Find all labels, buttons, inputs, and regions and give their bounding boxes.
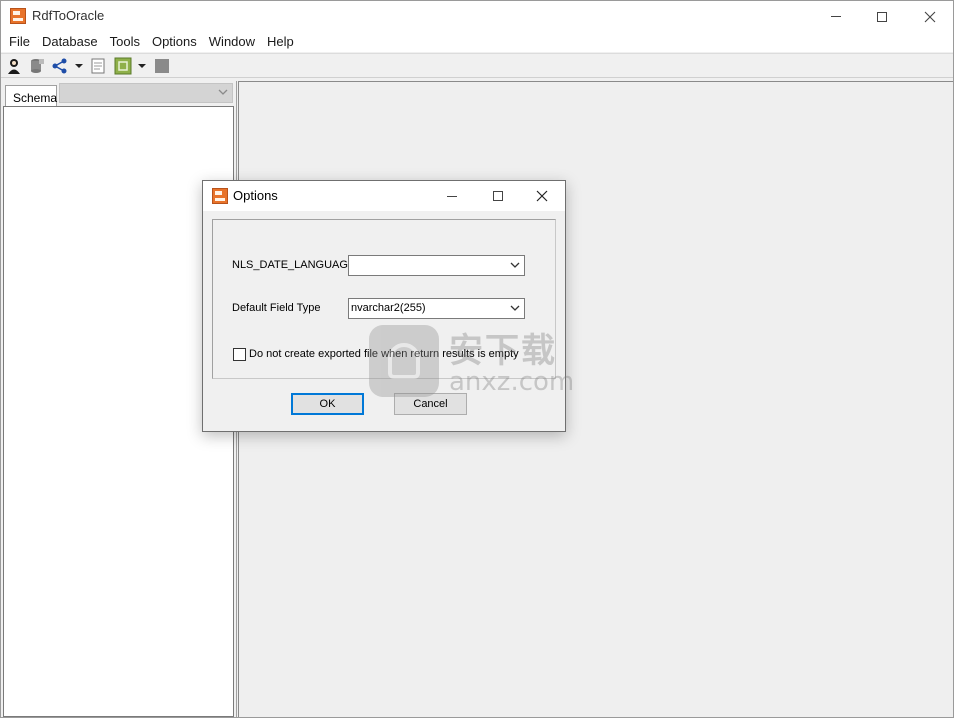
menu-database[interactable]: Database	[36, 32, 104, 51]
watermark-logo-icon	[369, 325, 439, 397]
dialog-maximize-button[interactable]	[475, 181, 521, 211]
close-button[interactable]	[907, 1, 953, 32]
skip-empty-export-checkbox[interactable]	[233, 348, 246, 361]
menu-file[interactable]: File	[3, 32, 36, 51]
title-bar: RdfToOracle	[1, 1, 953, 32]
user-connect-icon[interactable]	[5, 57, 23, 75]
default-field-type-select[interactable]: nvarchar2(255)	[348, 298, 525, 319]
watermark-text-en: anxz.com	[449, 367, 575, 397]
schema-select[interactable]	[59, 83, 233, 103]
chevron-down-icon	[510, 262, 520, 268]
main-window: RdfToOracle File Database Tools Options …	[0, 0, 954, 718]
chevron-down-icon	[218, 89, 228, 95]
app-icon	[212, 188, 228, 204]
tab-schema[interactable]: Schema	[5, 85, 57, 106]
default-field-type-value: nvarchar2(255)	[351, 302, 426, 314]
toolbar	[1, 53, 953, 78]
menu-tools[interactable]: Tools	[104, 32, 146, 51]
menu-window[interactable]: Window	[203, 32, 261, 51]
close-icon	[536, 190, 548, 202]
menu-bar: File Database Tools Options Window Help	[1, 32, 953, 52]
chevron-down-icon	[510, 305, 520, 311]
database-icon[interactable]	[28, 57, 46, 75]
share-icon[interactable]	[51, 57, 69, 75]
default-field-type-label: Default Field Type	[232, 302, 321, 314]
export-icon[interactable]	[89, 57, 107, 75]
stop-icon[interactable]	[153, 57, 171, 75]
dialog-title: Options	[233, 188, 278, 203]
menu-options[interactable]: Options	[146, 32, 203, 51]
minimize-icon	[447, 195, 457, 197]
dialog-title-bar: Options	[203, 181, 565, 211]
dropdown-arrow-icon[interactable]	[75, 64, 83, 68]
dialog-minimize-button[interactable]	[429, 181, 475, 211]
watermark: 安下载 anxz.com	[369, 323, 589, 403]
nls-date-language-label: NLS_DATE_LANGUAGE	[232, 259, 356, 271]
app-icon	[10, 8, 26, 24]
menu-help[interactable]: Help	[261, 32, 300, 51]
dialog-close-button[interactable]	[519, 181, 565, 211]
watermark-text-cn: 安下载	[449, 331, 557, 371]
minimize-button[interactable]	[813, 1, 859, 32]
close-icon	[924, 11, 936, 22]
window-title: RdfToOracle	[32, 8, 105, 23]
maximize-icon	[493, 191, 503, 201]
nls-date-language-select[interactable]	[348, 255, 525, 276]
maximize-icon	[877, 11, 887, 22]
refresh-icon[interactable]	[114, 57, 132, 75]
maximize-button[interactable]	[859, 1, 905, 32]
minimize-icon	[831, 16, 841, 17]
schema-tree[interactable]	[3, 106, 234, 717]
ok-button[interactable]: OK	[291, 393, 364, 415]
dropdown-arrow-icon[interactable]	[138, 64, 146, 68]
